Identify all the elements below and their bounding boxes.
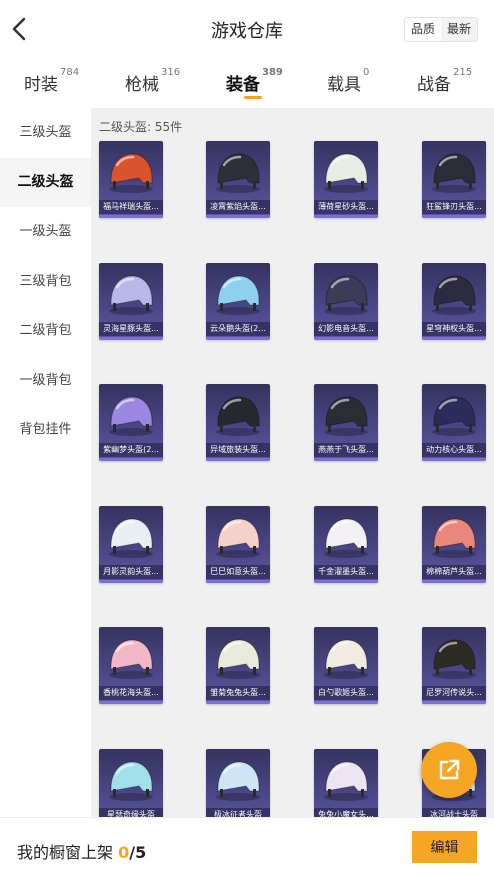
sidebar-item-backpack-charm[interactable]: 背包挂件 xyxy=(0,405,91,455)
helmet-item-name: 凌霄紫焰头盔... xyxy=(206,200,270,214)
category-tabs: 时装784 枪械316 装备389 载具0 战备215 xyxy=(0,58,494,108)
helmet-item-card[interactable]: 紫幽梦头盔(2... xyxy=(99,384,163,461)
helmet-item-card[interactable]: 凌霄紫焰头盔... xyxy=(206,141,270,218)
helmet-icon xyxy=(109,760,153,801)
helmet-item-name: 狂鲨锋刃头盔... xyxy=(422,200,486,214)
helmet-item-card[interactable]: 云朵鹅头盔(2... xyxy=(206,262,270,340)
helmet-icon xyxy=(216,517,260,558)
showcase-status: 我的橱窗上架 0/5 xyxy=(17,843,147,862)
section-title: 二级头盔: 55件 xyxy=(99,120,183,134)
helmet-item-name: 异域旅装头盔... xyxy=(206,443,270,457)
helmet-icon xyxy=(216,639,260,679)
sort-toggle: 品质 最新 xyxy=(404,17,478,42)
helmet-icon xyxy=(216,153,260,193)
active-tab-indicator xyxy=(244,96,262,99)
sidebar-item-level3-backpack[interactable]: 三级背包 xyxy=(0,257,91,307)
helmet-item-card[interactable]: 星瑟奇缘头盔 xyxy=(99,748,163,817)
helmet-icon xyxy=(432,274,476,315)
helmet-icon xyxy=(432,153,476,193)
helmet-item-name: 星瑟奇缘头盔 xyxy=(99,807,163,817)
helmet-item-name: 冰河战士头盔 xyxy=(422,807,486,817)
helmet-icon xyxy=(109,153,153,193)
sidebar-item-level2-helmet[interactable]: 二级头盔 xyxy=(0,157,91,207)
helmet-icon xyxy=(324,396,368,436)
helmet-icon xyxy=(109,396,153,436)
helmet-icon xyxy=(324,153,368,193)
helmet-item-name: 千金濯墨头盔... xyxy=(314,564,378,579)
helmet-item-name: 燕燕于飞头盔... xyxy=(314,443,378,457)
sidebar-item-level2-backpack[interactable]: 二级背包 xyxy=(0,306,91,356)
helmet-item-name: 白勺歌姬头盔... xyxy=(314,686,378,700)
helmet-item-card[interactable]: 幻影电音头盔... xyxy=(314,262,378,340)
tab-equipment[interactable]: 装备389 xyxy=(226,67,283,95)
helmet-icon xyxy=(432,396,476,436)
helmet-item-name: 紫幽梦头盔(2... xyxy=(99,443,163,457)
helmet-item-card[interactable]: 月影灵韵头盔... xyxy=(99,505,163,583)
helmet-item-name: 巳巳如意头盔... xyxy=(206,564,270,579)
helmet-item-name: 棉棉葫芦头盔... xyxy=(422,564,486,579)
helmet-item-card[interactable]: 极冰征者头盔 xyxy=(206,748,270,817)
helmet-icon xyxy=(109,639,153,679)
helmet-item-name: 云朵鹅头盔(2... xyxy=(206,321,270,336)
sidebar: 三级头盔 二级头盔 一级头盔 三级背包 二级背包 一级背包 背包挂件 xyxy=(0,108,91,817)
helmet-item-card[interactable]: 香桃花海头盔... xyxy=(99,627,163,704)
helmet-item-name: 极冰征者头盔 xyxy=(206,807,270,817)
helmet-item-card[interactable]: 灵海星豚头盔... xyxy=(99,262,163,340)
helmet-icon xyxy=(109,517,153,558)
helmet-item-card[interactable]: 尼罗河传说头... xyxy=(422,627,486,704)
helmet-item-card[interactable]: 白勺歌姬头盔... xyxy=(314,627,378,704)
header: 游戏仓库 品质 最新 xyxy=(0,0,494,58)
sidebar-item-level1-backpack[interactable]: 一级背包 xyxy=(0,356,91,406)
sort-option-quality[interactable]: 品质 xyxy=(405,18,441,41)
helmet-item-name: 灵海星豚头盔... xyxy=(99,321,163,336)
helmet-item-card[interactable]: 兔兔小魔女头... xyxy=(314,748,378,817)
helmet-item-card[interactable]: 棉棉葫芦头盔... xyxy=(422,505,486,583)
helmet-icon xyxy=(324,274,368,315)
helmet-item-card[interactable]: 巳巳如意头盔... xyxy=(206,505,270,583)
helmet-icon xyxy=(432,517,476,558)
sort-option-latest[interactable]: 最新 xyxy=(441,18,477,41)
share-button[interactable] xyxy=(421,742,477,798)
helmet-item-card[interactable]: 狂鲨锋刃头盔... xyxy=(422,141,486,218)
external-link-icon xyxy=(439,759,460,780)
helmet-icon xyxy=(324,760,368,801)
helmet-item-card[interactable]: 燕燕于飞头盔... xyxy=(314,384,378,461)
edit-button[interactable]: 编辑 xyxy=(412,831,477,863)
helmet-item-card[interactable]: 福马祥瑞头盔... xyxy=(99,141,163,218)
helmet-item-card[interactable]: 雏菊兔兔头盔... xyxy=(206,627,270,704)
sidebar-item-level1-helmet[interactable]: 一级头盔 xyxy=(0,207,91,257)
item-grid-area: 二级头盔: 55件 福马祥瑞头盔... 凌霄紫焰头盔... 薄荷星砂头盔... 狂鲨锋… xyxy=(91,108,494,817)
helmet-icon xyxy=(109,274,153,315)
helmet-item-card[interactable]: 星穹神权头盔... xyxy=(422,262,486,340)
helmet-item-name: 动力核心头盔... xyxy=(422,443,486,457)
showcase-count: 0 xyxy=(118,843,130,862)
tab-vehicles[interactable]: 载具0 xyxy=(327,67,369,95)
helmet-item-card[interactable]: 异域旅装头盔... xyxy=(206,384,270,461)
helmet-item-name: 星穹神权头盔... xyxy=(422,321,486,336)
helmet-item-card[interactable]: 动力核心头盔... xyxy=(422,384,486,461)
helmet-icon xyxy=(216,396,260,436)
tab-supplies[interactable]: 战备215 xyxy=(417,67,472,95)
helmet-icon xyxy=(216,274,260,315)
helmet-item-name: 薄荷星砂头盔... xyxy=(314,200,378,214)
helmet-icon xyxy=(432,639,476,679)
helmet-item-name: 幻影电音头盔... xyxy=(314,321,378,336)
helmet-item-name: 兔兔小魔女头... xyxy=(314,807,378,817)
helmet-item-card[interactable]: 千金濯墨头盔... xyxy=(314,505,378,583)
helmet-item-name: 香桃花海头盔... xyxy=(99,686,163,700)
helmet-item-name: 雏菊兔兔头盔... xyxy=(206,686,270,700)
tab-fashion[interactable]: 时装784 xyxy=(24,67,79,95)
helmet-item-name: 福马祥瑞头盔... xyxy=(99,200,163,214)
helmet-icon xyxy=(216,760,260,801)
sidebar-item-level3-helmet[interactable]: 三级头盔 xyxy=(0,108,91,158)
helmet-item-name: 尼罗河传说头... xyxy=(422,686,486,700)
helmet-icon xyxy=(324,517,368,558)
helmet-item-card[interactable]: 薄荷星砂头盔... xyxy=(314,141,378,218)
helmet-icon xyxy=(324,639,368,679)
helmet-item-name: 月影灵韵头盔... xyxy=(99,564,163,579)
tab-weapons[interactable]: 枪械316 xyxy=(125,67,180,95)
footer-bar: 我的橱窗上架 0/5 编辑 xyxy=(0,817,494,875)
